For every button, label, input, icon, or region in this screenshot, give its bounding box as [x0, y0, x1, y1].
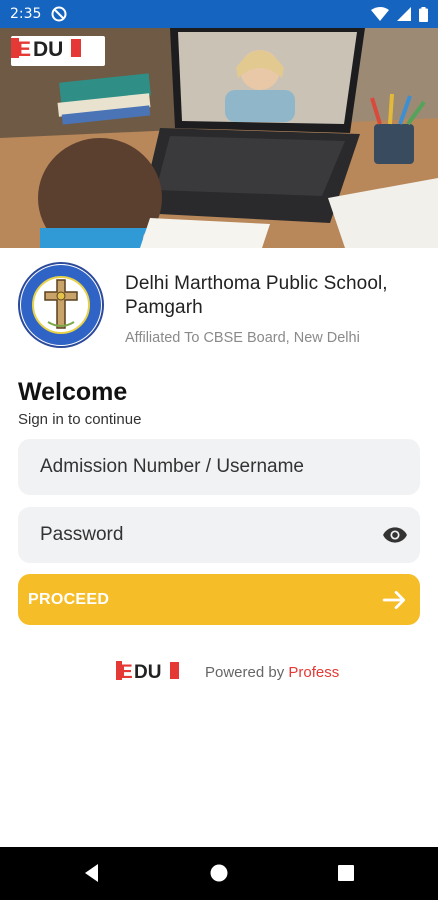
- do-not-disturb-icon: [51, 6, 67, 22]
- svg-text:PRO: PRO: [75, 43, 81, 56]
- username-input[interactable]: [38, 455, 400, 479]
- arrow-right-icon: [382, 590, 406, 609]
- svg-text:E: E: [120, 662, 133, 683]
- edu-pro-footer-logo: E DU: [116, 661, 179, 683]
- edu-pro-logo: E DU PRO: [11, 36, 105, 66]
- proceed-button[interactable]: PROCEED: [18, 574, 420, 625]
- battery-icon: [419, 6, 428, 22]
- svg-text:DU: DU: [134, 662, 161, 683]
- school-name: Delhi Marthoma Public School, Pamgarh: [125, 273, 388, 318]
- powered-by-brand: Profess: [288, 664, 340, 681]
- status-bar: 2:35: [0, 0, 438, 28]
- svg-text:E: E: [17, 38, 31, 60]
- powered-by-label: Powered by: [205, 664, 289, 681]
- footer: E DU Powered by Profess: [0, 655, 438, 691]
- navigation-bar: [0, 847, 438, 900]
- svg-text:DU: DU: [33, 38, 63, 60]
- hero-banner-image: E DU PRO: [0, 28, 438, 248]
- powered-by-text: Powered by Profess: [205, 664, 339, 681]
- school-header: Delhi Marthoma Public School, Pamgarh Af…: [18, 262, 418, 352]
- signal-icon: [397, 7, 411, 21]
- eye-icon[interactable]: [382, 522, 408, 548]
- password-input[interactable]: [38, 523, 400, 547]
- status-time: 2:35: [10, 6, 42, 22]
- school-crest-logo: [18, 262, 104, 348]
- wifi-icon: [371, 7, 389, 21]
- proceed-button-label: PROCEED: [28, 590, 110, 608]
- school-affiliation: Affiliated To CBSE Board, New Delhi: [125, 330, 360, 346]
- username-field-container: [18, 439, 420, 495]
- back-icon[interactable]: [80, 861, 104, 885]
- password-field-container: [18, 507, 420, 563]
- recents-icon[interactable]: [334, 861, 358, 885]
- signin-subtitle: Sign in to continue: [18, 411, 142, 428]
- home-icon[interactable]: [207, 861, 231, 885]
- welcome-heading: Welcome: [18, 378, 128, 406]
